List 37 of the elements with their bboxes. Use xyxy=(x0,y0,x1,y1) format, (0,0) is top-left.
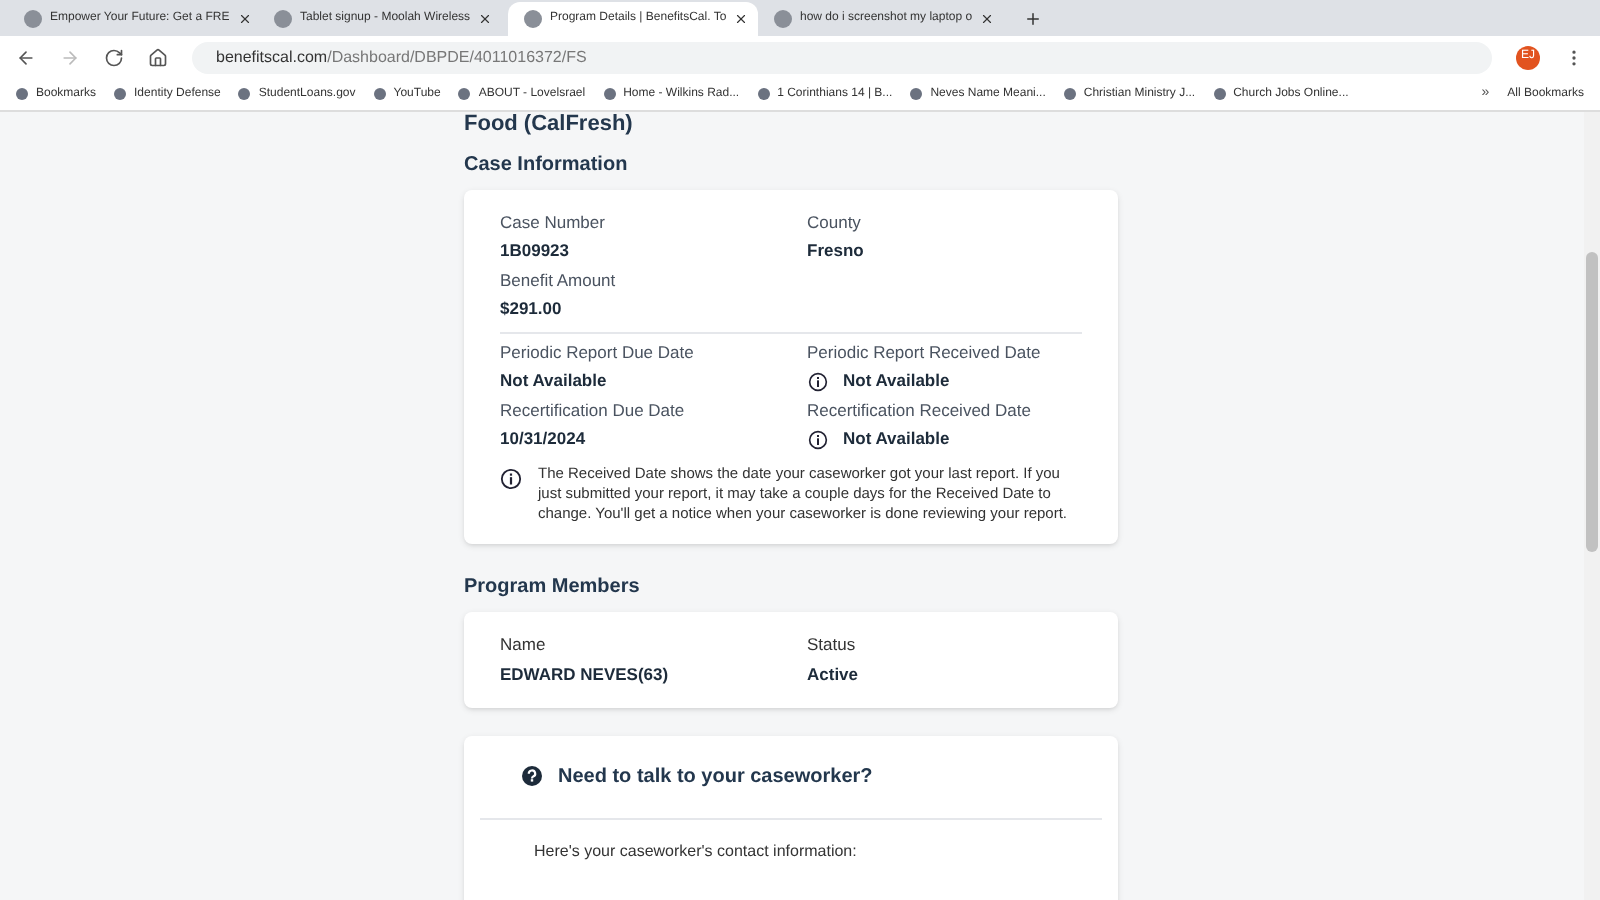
info-icon xyxy=(807,429,827,449)
field-label: County xyxy=(807,210,863,234)
new-tab-icon[interactable] xyxy=(1024,10,1042,28)
address-bar[interactable]: benefitscal.com/Dashboard/DBPDE/4011016372/FS xyxy=(192,41,1492,73)
help-icon xyxy=(522,766,542,786)
contact-heading: Need to talk to your caseworker? xyxy=(558,763,873,791)
field-label: Recertification Due Date xyxy=(500,398,687,422)
field-value: 1B09923 xyxy=(500,240,570,262)
field-label: Recertification Received Date xyxy=(807,398,1033,422)
home-icon[interactable] xyxy=(148,47,168,67)
section-heading: Program Members xyxy=(464,574,642,602)
close-icon[interactable] xyxy=(980,12,995,26)
field-value: 10/31/2024 xyxy=(500,428,586,450)
field-label: Case Number xyxy=(500,210,607,234)
field-value: Not Available xyxy=(500,370,607,392)
close-icon[interactable] xyxy=(478,12,493,26)
column-header: Status xyxy=(807,632,858,658)
info-icon xyxy=(807,371,827,391)
field-label: Periodic Report Received Date xyxy=(807,340,1043,364)
column-header: Name xyxy=(500,632,548,658)
contact-text: Here's your caseworker's contact information: xyxy=(532,839,859,863)
field-value: $291.00 xyxy=(500,298,562,320)
field-value: Not Available xyxy=(843,370,950,392)
field-label: Periodic Report Due Date xyxy=(500,340,696,364)
back-icon[interactable] xyxy=(16,47,36,67)
close-icon[interactable] xyxy=(734,12,749,26)
field-value: Not Available xyxy=(843,428,950,450)
page-title: Food (CalFresh) xyxy=(464,112,635,138)
reload-icon[interactable] xyxy=(104,47,124,67)
field-label: Benefit Amount xyxy=(500,268,618,292)
section-heading: Case Information xyxy=(464,152,630,180)
table-cell-text: Active xyxy=(807,661,861,687)
scrollbar[interactable] xyxy=(1584,112,1600,900)
info-icon xyxy=(500,468,522,490)
table-cell-text: EDWARD NEVES(63) xyxy=(500,661,671,687)
close-icon[interactable] xyxy=(237,12,252,26)
field-value: Fresno xyxy=(807,240,864,262)
